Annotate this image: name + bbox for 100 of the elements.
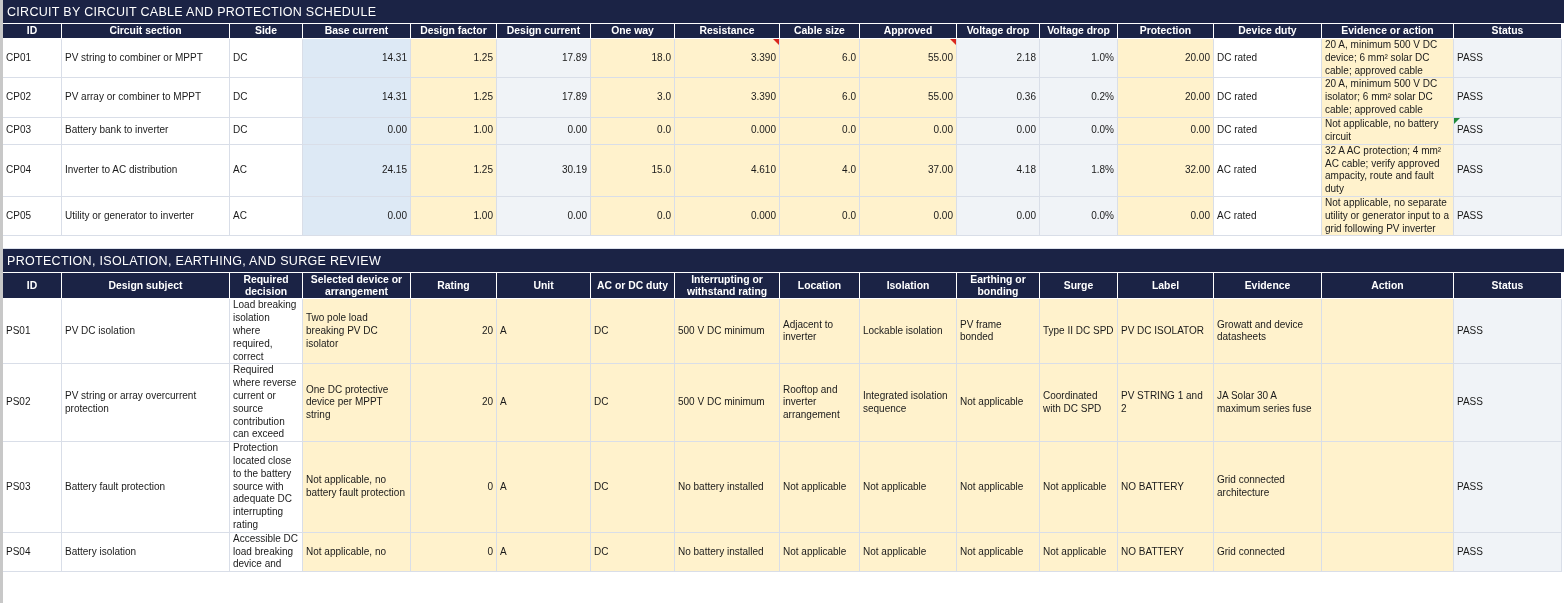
cell-text: DC — [233, 51, 248, 65]
cell-text: 6.0 — [842, 91, 856, 104]
cell-text: CP02 — [6, 91, 31, 104]
cell-text: Type II DC SPD — [1043, 324, 1114, 338]
cell-text: 0.00 — [1016, 209, 1036, 223]
cell-text: CP01 — [6, 51, 31, 65]
column-header: Cable size — [780, 24, 860, 39]
column-header: Location — [780, 273, 860, 300]
cell-text: 18.0 — [651, 51, 671, 65]
cell-text: PS04 — [6, 545, 31, 559]
cell-text: 0.000 — [750, 209, 776, 223]
column-header: Design subject — [62, 273, 230, 300]
cell-text: No battery installed — [678, 545, 764, 559]
cell-text: A — [500, 480, 507, 494]
cell-text: PASS — [1457, 324, 1483, 338]
cell-text: 0.000 — [750, 124, 776, 138]
cell-text: A — [500, 545, 507, 559]
cell-text: 20.00 — [1184, 91, 1210, 104]
column-header: Voltage drop — [1040, 24, 1118, 39]
cell-text: PASS — [1457, 163, 1483, 177]
cell-text: Growatt and device datasheets — [1217, 318, 1305, 345]
cell-text: No battery installed — [678, 480, 764, 494]
cell-text: DC rated — [1217, 124, 1257, 138]
cell-text: PV string or array overcurrent protection — [65, 389, 198, 416]
cell-text: 1.25 — [473, 91, 493, 104]
cell-text: 500 V DC minimum — [678, 396, 765, 410]
section-title: CIRCUIT BY CIRCUIT CABLE AND PROTECTION SCHEDULE — [3, 0, 1564, 24]
cell-text: Not applicable, no — [306, 545, 387, 559]
cell-text: 17.89 — [561, 91, 587, 104]
column-header: Evidence or action — [1322, 24, 1454, 39]
cell-text: 0.00 — [387, 124, 407, 138]
cell-text: 17.89 — [561, 51, 587, 65]
cell-text: 4.18 — [1016, 163, 1036, 177]
column-header: Unit — [497, 273, 591, 300]
column-header: Selected device or arrangement — [303, 273, 411, 300]
column-header: Action — [1322, 273, 1454, 300]
cell-text: 24.15 — [381, 163, 407, 177]
cell-text: One DC protective device per MPPT string — [306, 383, 390, 422]
cell-text: DC — [594, 396, 609, 410]
cell-text: CP03 — [6, 124, 31, 138]
cell-text: 4.0 — [842, 163, 856, 177]
cell-text: 20.00 — [1184, 51, 1210, 65]
cell-text: Not applicable, no battery circuit — [1325, 118, 1440, 144]
cell-text: 0.00 — [567, 209, 587, 223]
cell-text: Lockable isolation — [863, 324, 943, 338]
cell-text: 1.00 — [473, 124, 493, 138]
cell-text: PASS — [1457, 480, 1483, 494]
cell-text: Not applicable — [960, 396, 1024, 410]
column-header: Approved — [860, 24, 957, 39]
column-header: Protection — [1118, 24, 1214, 39]
cell-text: 32 A AC protection; 4 mm² AC cable; verify approved ampacity, route and fault duty — [1325, 144, 1443, 196]
cell-text: 0.0 — [657, 209, 671, 223]
cell-text: 0.00 — [1190, 209, 1210, 223]
cell-text: A — [500, 324, 507, 338]
column-header: Label — [1118, 273, 1214, 300]
cell-text: 0.0 — [657, 124, 671, 138]
cell-text: Not applicable — [1043, 480, 1107, 494]
cell-text: 0.0 — [842, 209, 856, 223]
column-header: ID — [3, 24, 62, 39]
cell-text: 14.31 — [381, 91, 407, 104]
cell-text: DC — [233, 91, 248, 104]
column-header: Status — [1454, 273, 1562, 300]
cell-text: Coordinated with DC SPD — [1043, 389, 1103, 416]
cell-text: CP05 — [6, 209, 31, 223]
cell-text: DC — [594, 324, 609, 338]
cell-text: 0.0% — [1091, 209, 1114, 223]
cell-text: 20 — [481, 396, 493, 410]
cell-text: PASS — [1457, 51, 1483, 65]
cell-text: PASS — [1457, 124, 1483, 138]
cell-text: DC rated — [1217, 51, 1257, 65]
column-header: Circuit section — [62, 24, 230, 39]
cell-text: JA Solar 30 A maximum series fuse — [1217, 389, 1313, 416]
cell-text: Not applicable — [960, 545, 1024, 559]
cell-text: 0.00 — [387, 209, 407, 223]
cell-text: 20 A, minimum 500 V DC device; 6 mm² solar DC cable; approved cable — [1325, 39, 1439, 78]
column-header: ID — [3, 273, 62, 300]
cell-text: PASS — [1457, 545, 1483, 559]
cell-text: 4.610 — [750, 163, 776, 177]
cell-text: 37.00 — [927, 163, 953, 177]
cell-text: Not applicable, no separate utility or generator input to a grid following PV inverter — [1325, 196, 1450, 236]
cell-text: AC — [233, 209, 247, 223]
cell-text: Not applicable — [1043, 545, 1107, 559]
cell-text: AC rated — [1217, 209, 1257, 223]
column-header: Design current — [497, 24, 591, 39]
cell-text: Grid connected architecture — [1217, 474, 1286, 500]
cell-text: NO BATTERY — [1121, 545, 1184, 559]
cell-text: Battery fault protection — [65, 480, 166, 494]
cell-text: PASS — [1457, 209, 1483, 223]
cell-text: Grid connected — [1217, 545, 1285, 559]
cell-text: 1.0% — [1091, 51, 1114, 65]
column-header: Earthing or bonding — [957, 273, 1040, 300]
cell-text: 0.2% — [1091, 91, 1114, 104]
cell-text: Not applicable — [960, 480, 1024, 494]
cell-text: 0.00 — [567, 124, 587, 138]
cell-text: Integrated isolation sequence — [863, 389, 949, 416]
cell-text: PV array or combiner to MPPT — [65, 91, 202, 104]
cell-text: 6.0 — [842, 51, 856, 65]
cell-text: 3.390 — [750, 91, 776, 104]
column-header: Voltage drop — [957, 24, 1040, 39]
cell-text: 0 — [487, 545, 493, 559]
